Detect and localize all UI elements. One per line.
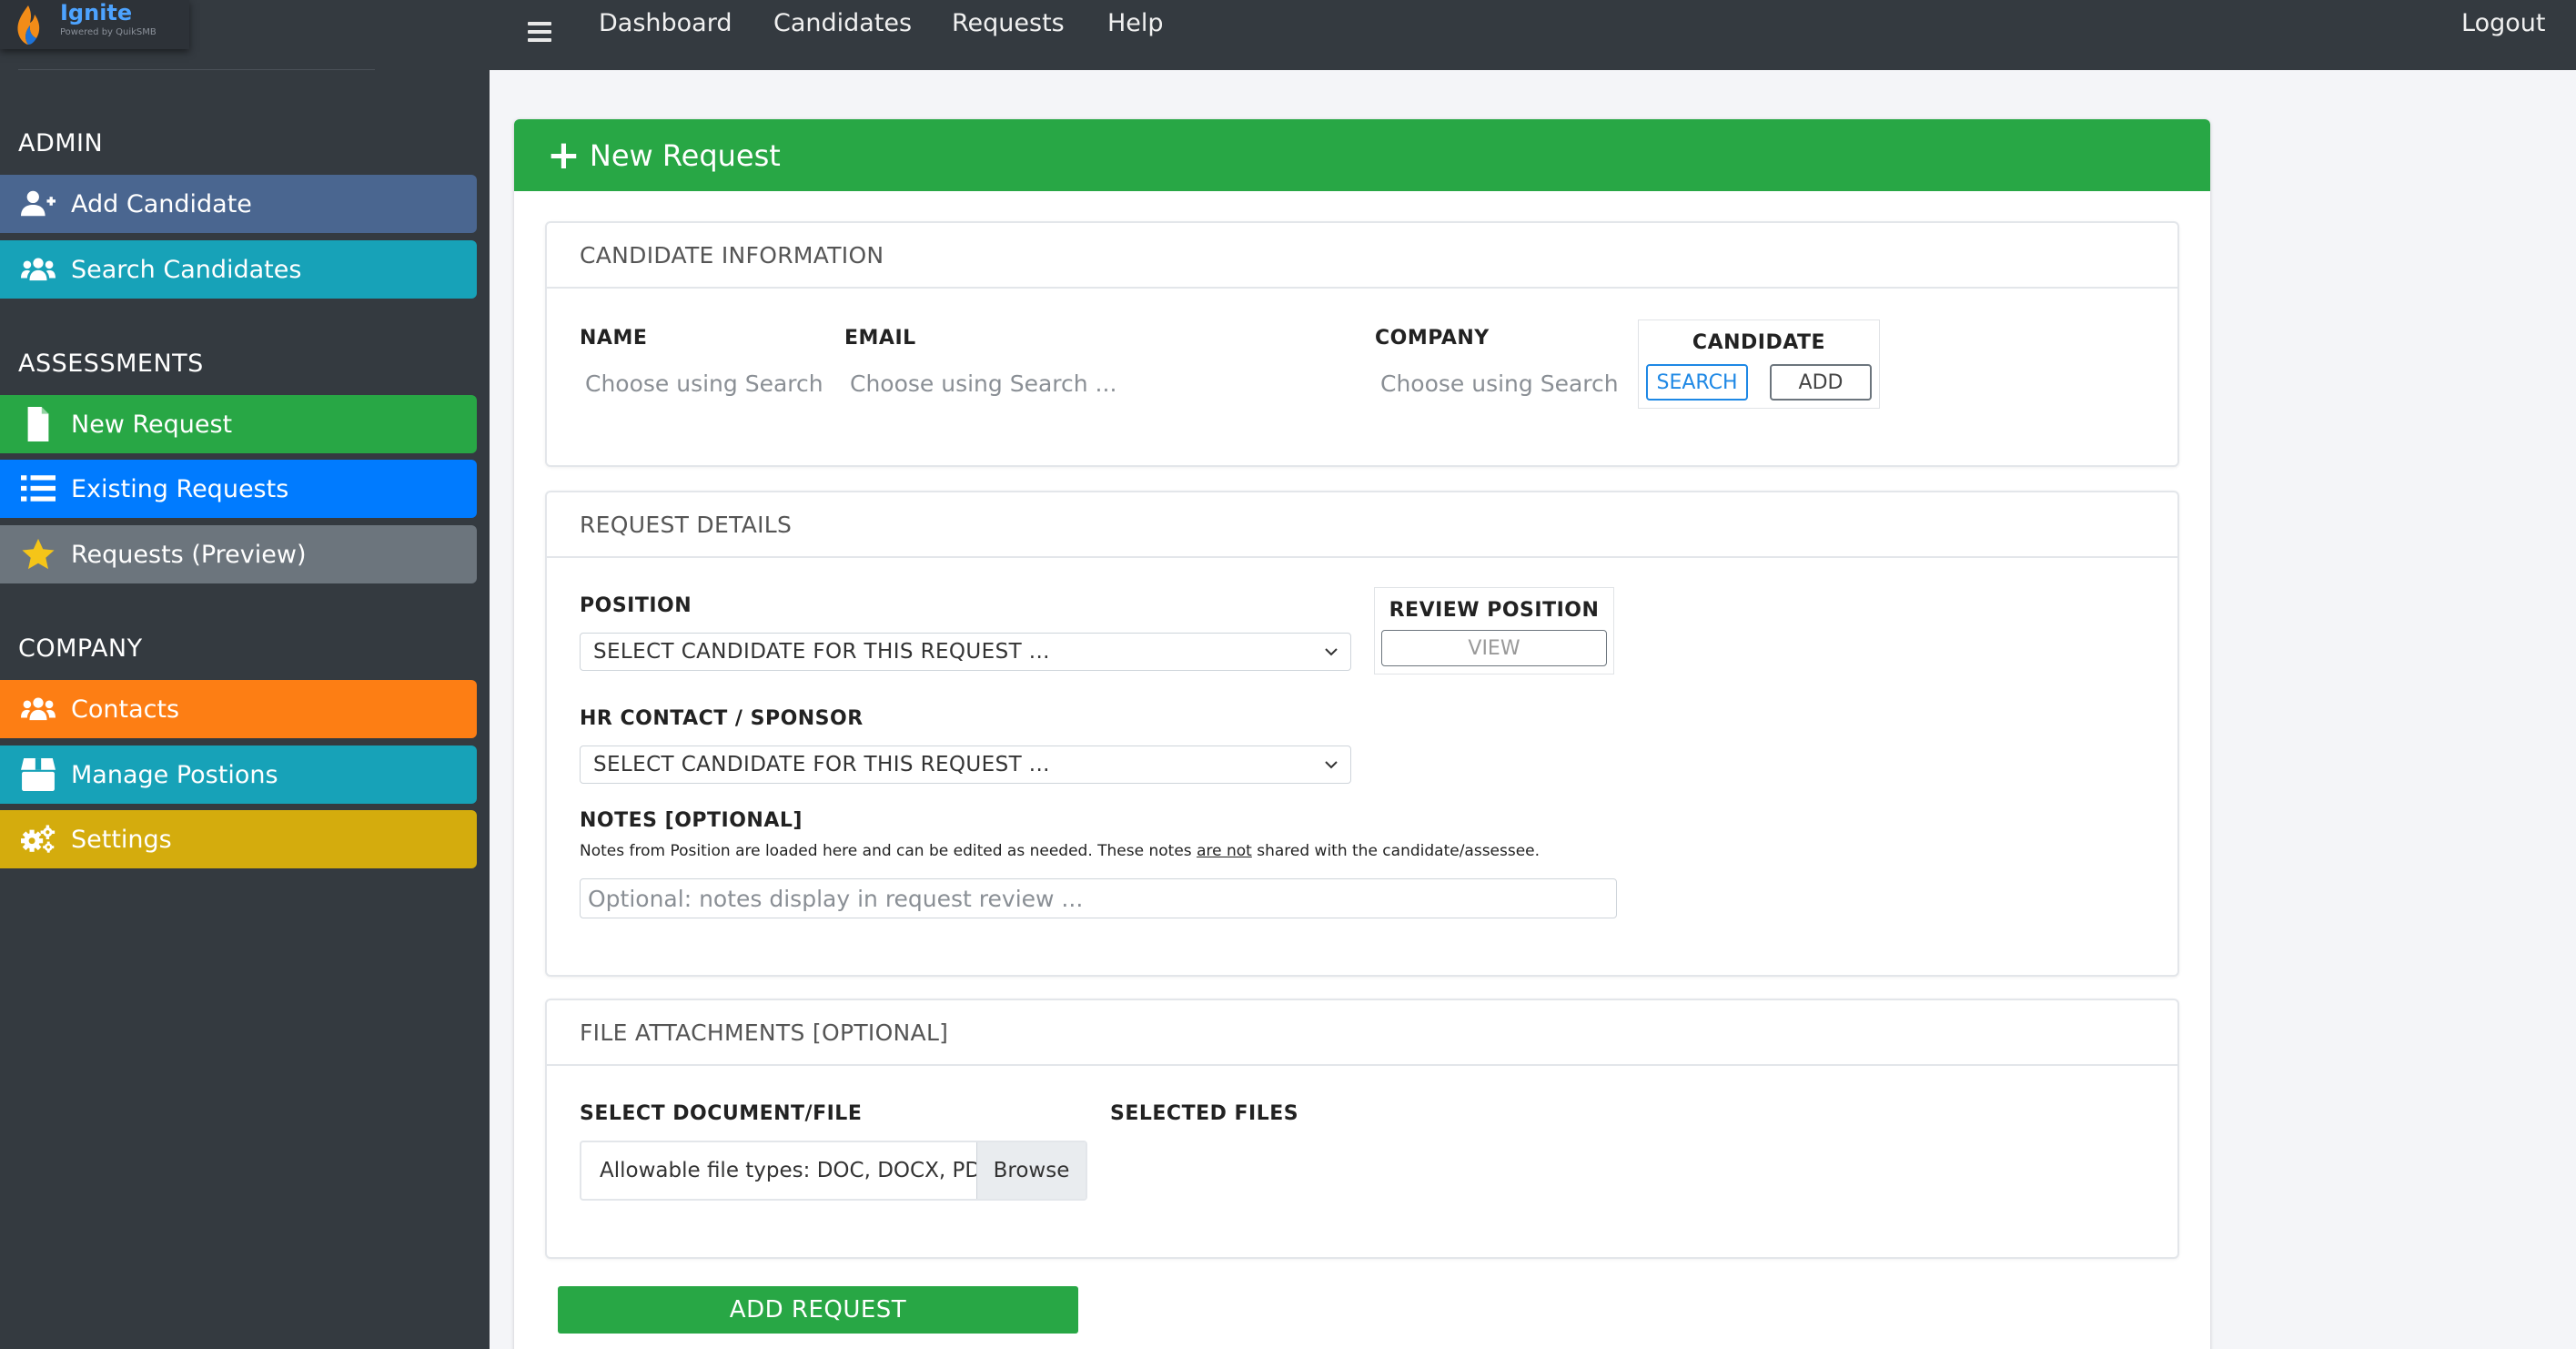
review-position-box: REVIEW POSITION VIEW [1374,587,1614,674]
company-value: Choose using Search [1380,370,1619,397]
section-company: COMPANY [18,634,143,663]
browse-button[interactable]: Browse [976,1142,1086,1199]
request-details-panel: REQUEST DETAILS POSITION SELECT CANDIDAT… [545,491,2179,977]
chevron-down-icon [1325,648,1338,656]
file-icon [20,406,56,442]
sidebar-item-label: Requests (Preview) [71,540,307,569]
users-icon [20,251,56,288]
panel-heading: REQUEST DETAILS [547,492,2177,558]
sidebar-item-label: New Request [71,410,233,439]
notes-help-text: Notes from Position are loaded here and … [580,842,1541,860]
logo[interactable]: Ignite Powered by QuikSMB [0,0,189,49]
sidebar-item-new-request[interactable]: New Request [0,395,477,453]
sidebar-item-label: Manage Postions [71,760,278,789]
file-upload-placeholder: Allowable file types: DOC, DOCX, PDF, TX… [600,1159,976,1182]
candidate-label: CANDIDATE [1692,331,1826,354]
sidebar-item-label: Add Candidate [71,189,252,218]
file-upload-input[interactable]: Allowable file types: DOC, DOCX, PDF, TX… [580,1141,1087,1201]
nav-help[interactable]: Help [1107,9,1164,37]
section-assessments: ASSESSMENTS [18,350,204,378]
gears-icon [20,821,56,857]
nav-requests[interactable]: Requests [952,9,1065,37]
top-navbar: Dashboard Candidates Requests Help Logou… [490,0,2576,70]
sidebar-item-requests-preview[interactable]: Requests (Preview) [0,525,477,583]
users-icon [20,691,56,727]
chevron-down-icon [1325,761,1338,769]
sidebar-item-manage-positions[interactable]: Manage Postions [0,746,477,804]
name-value: Choose using Search [585,370,823,397]
section-admin: ADMIN [18,129,104,157]
logo-name: Ignite [60,0,133,25]
candidate-actions-box: CANDIDATE SEARCH ADD [1638,320,1880,409]
sidebar-item-label: Contacts [71,695,180,724]
hr-contact-select[interactable]: SELECT CANDIDATE FOR THIS REQUEST ... [580,746,1351,784]
page-title: New Request [589,137,781,173]
plus-icon: + [547,131,581,178]
select-document-label: SELECT DOCUMENT/FILE [580,1102,863,1125]
user-plus-icon [20,186,56,222]
panel-heading: CANDIDATE INFORMATION [547,223,2177,289]
position-select[interactable]: SELECT CANDIDATE FOR THIS REQUEST ... [580,633,1351,671]
new-request-card: + New Request CANDIDATE INFORMATION NAME… [514,119,2210,1349]
hamburger-menu-icon[interactable] [528,22,551,44]
notes-input[interactable]: Optional: notes display in request revie… [580,878,1617,918]
name-label: NAME [580,327,648,350]
email-label: EMAIL [844,327,916,350]
position-select-value: SELECT CANDIDATE FOR THIS REQUEST ... [593,640,1050,664]
sidebar-item-existing-requests[interactable]: Existing Requests [0,460,477,518]
view-position-button[interactable]: VIEW [1381,630,1607,666]
sidebar-item-label: Settings [71,825,172,854]
candidate-info-panel: CANDIDATE INFORMATION NAME Choose using … [545,221,2179,467]
sidebar: Ignite Powered by QuikSMB ADMIN Add Cand… [0,0,490,1349]
hr-contact-label: HR CONTACT / SPONSOR [580,707,864,730]
card-header: + New Request [514,119,2210,191]
nav-dashboard[interactable]: Dashboard [599,9,732,37]
add-candidate-button[interactable]: ADD [1770,364,1872,401]
search-candidate-button[interactable]: SEARCH [1646,364,1748,401]
box-icon [20,756,56,793]
sidebar-divider [18,69,375,70]
hr-contact-select-value: SELECT CANDIDATE FOR THIS REQUEST ... [593,753,1050,776]
file-attachments-panel: FILE ATTACHMENTS [OPTIONAL] SELECT DOCUM… [545,999,2179,1259]
sidebar-item-label: Existing Requests [71,474,289,503]
star-icon [20,536,56,573]
nav-candidates[interactable]: Candidates [773,9,912,37]
notes-label: NOTES [OPTIONAL] [580,809,803,832]
sidebar-item-add-candidate[interactable]: Add Candidate [0,175,477,233]
email-value: Choose using Search ... [850,370,1117,397]
logo-tagline: Powered by QuikSMB [60,27,157,37]
sidebar-item-settings[interactable]: Settings [0,810,477,868]
review-position-label: REVIEW POSITION [1389,599,1600,622]
sidebar-item-search-candidates[interactable]: Search Candidates [0,240,477,299]
company-label: COMPANY [1375,327,1490,350]
flame-logo-icon [17,5,40,45]
panel-heading: FILE ATTACHMENTS [OPTIONAL] [547,1000,2177,1066]
position-label: POSITION [580,594,692,617]
add-request-button[interactable]: ADD REQUEST [558,1286,1078,1334]
list-icon [20,471,56,507]
sidebar-item-label: Search Candidates [71,255,302,284]
selected-files-label: SELECTED FILES [1110,1102,1299,1125]
logout-link[interactable]: Logout [2461,9,2545,37]
sidebar-item-contacts[interactable]: Contacts [0,680,477,738]
